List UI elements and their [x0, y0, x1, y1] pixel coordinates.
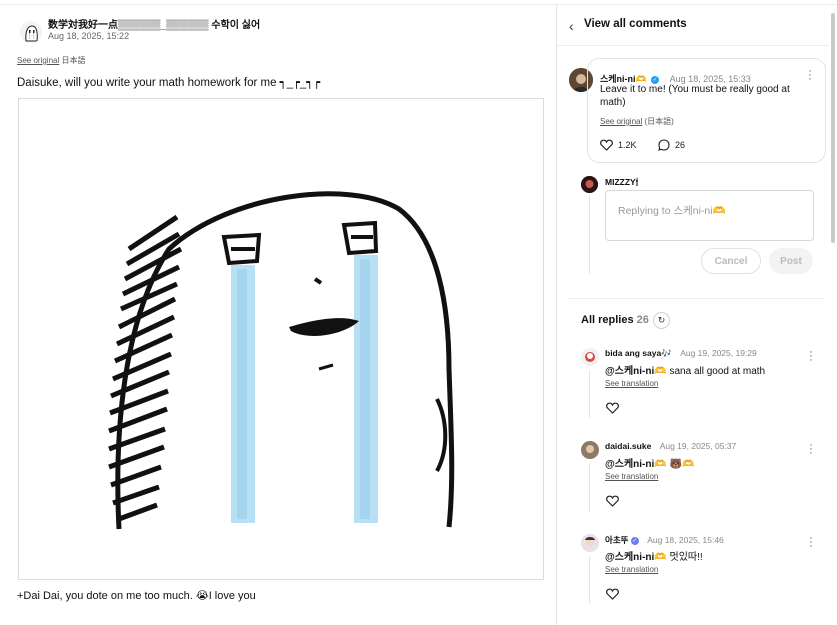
- post-date: Aug 18, 2025, 15:22: [48, 31, 130, 41]
- reply-count: 26: [675, 140, 686, 150]
- reply-body: sana all good at math: [669, 366, 766, 377]
- reply-user[interactable]: 아초뚜: [605, 535, 628, 545]
- reply-header: 아초뚜 ✓ Aug 18, 2025, 15:46: [605, 534, 724, 546]
- see-translation-link[interactable]: See translation: [605, 472, 658, 481]
- reply-user[interactable]: daidai.suke: [605, 441, 651, 451]
- all-replies-label: All replies: [581, 314, 634, 326]
- mention[interactable]: @스케ni-ni🫶: [605, 459, 667, 470]
- reply-input[interactable]: Replying to 스케ni-ni🫶: [605, 190, 814, 241]
- heart-icon: [606, 402, 619, 414]
- post-caption: +Dai Dai, you dote on me too much. 😭I lo…: [17, 590, 256, 602]
- section-divider: [567, 298, 825, 299]
- reply-text: @스케ni-ni🫶 sana all good at math: [605, 362, 765, 377]
- reply-text: @스케ni-ni🫶 🐻🫶: [605, 455, 694, 470]
- post-text: Daisuke, will you write your math homewo…: [17, 77, 321, 89]
- reply-count-button[interactable]: 26: [658, 139, 685, 151]
- post-button[interactable]: Post: [769, 248, 813, 274]
- reply-user[interactable]: bida ang saya🎶: [605, 348, 672, 358]
- post-image[interactable]: [18, 98, 544, 580]
- reply-date: Aug 19, 2025, 05:37: [659, 441, 737, 451]
- scrollbar[interactable]: [831, 13, 835, 243]
- avatar[interactable]: [581, 441, 599, 459]
- reply-body: 🐻🫶: [669, 459, 695, 470]
- comment-see-original-link[interactable]: See original: [600, 117, 642, 126]
- panel-header: ‹ View all comments: [557, 5, 829, 45]
- like-button[interactable]: 1.2K: [600, 139, 637, 151]
- chevron-left-icon[interactable]: ‹: [569, 18, 574, 34]
- reply-form-user: MIZZZY🕯: [605, 177, 639, 187]
- like-count: 1.2K: [618, 140, 637, 150]
- post-title[interactable]: 数学対我好一点▒▒▒▒▒▒_▒▒▒▒▒▒ 수학이 싫어: [48, 16, 260, 31]
- see-original-link[interactable]: See original: [17, 56, 59, 65]
- more-options-icon[interactable]: · · ·: [808, 440, 814, 459]
- list-item: daidai.suke Aug 19, 2025, 05:37 · · · @스케n…: [557, 440, 829, 531]
- header-title: View all comments: [584, 18, 687, 30]
- post-avatar[interactable]: [20, 21, 42, 43]
- thread-line: [589, 370, 590, 418]
- reply-date: Aug 18, 2025, 15:46: [647, 535, 724, 545]
- avatar[interactable]: [581, 176, 598, 193]
- see-translation-link[interactable]: See translation: [605, 565, 658, 574]
- see-original: See original 日本語: [17, 55, 85, 66]
- comment-see-original-lang: (日本語): [644, 117, 674, 126]
- mention[interactable]: @스케ni-ni🫶: [605, 552, 667, 563]
- comment-icon: [658, 139, 670, 151]
- more-options-icon[interactable]: · · ·: [807, 66, 813, 85]
- list-item: bida ang saya🎶 Aug 19, 2025, 19:29 · · · @…: [557, 347, 829, 438]
- reply-date: Aug 19, 2025, 19:29: [680, 348, 757, 358]
- heart-icon: [600, 139, 613, 151]
- avatar[interactable]: [581, 348, 599, 366]
- like-button[interactable]: [606, 494, 619, 512]
- comment-text: Leave it to me! (You must be really good…: [600, 84, 790, 108]
- list-item: 아초뚜 ✓ Aug 18, 2025, 15:46 · · · @스케ni-ni🫶 …: [557, 533, 829, 624]
- reply-header: daidai.suke Aug 19, 2025, 05:37: [605, 441, 736, 451]
- heart-icon: [606, 588, 619, 600]
- see-translation-link[interactable]: See translation: [605, 379, 658, 388]
- main-comment: 스케ni-ni🫶 ✓ Aug 18, 2025, 15:33 · · · Leave…: [587, 58, 826, 163]
- avatar[interactable]: [581, 534, 599, 552]
- reply-text: @스케ni-ni🫶 멋있따!!: [605, 548, 703, 563]
- thread-line: [589, 556, 590, 604]
- badge-icon: ✓: [630, 537, 639, 545]
- more-options-icon[interactable]: · · ·: [808, 533, 814, 552]
- comment-see-original: See original (日本語): [600, 116, 674, 127]
- reply-body: 멋있따!!: [669, 552, 703, 563]
- refresh-icon[interactable]: ↻: [653, 312, 670, 329]
- post: 数学対我好一点▒▒▒▒▒▒_▒▒▒▒▒▒ 수학이 싫어 Aug 18, 2025…: [0, 5, 556, 625]
- all-replies-heading: All replies 26: [581, 314, 649, 326]
- heart-icon: [606, 495, 619, 507]
- more-options-icon[interactable]: · · ·: [808, 347, 814, 366]
- cancel-button[interactable]: Cancel: [701, 248, 761, 274]
- comments-panel: ‹ View all comments 스케ni-ni🫶 ✓ Aug 18, 2…: [557, 5, 837, 625]
- like-button[interactable]: [606, 587, 619, 605]
- like-button[interactable]: [606, 401, 619, 419]
- thread-line: [589, 194, 590, 274]
- reply-header: bida ang saya🎶 Aug 19, 2025, 19:29: [605, 348, 757, 359]
- all-replies-count: 26: [636, 314, 649, 326]
- header-divider: [557, 45, 829, 46]
- thread-line: [589, 463, 590, 511]
- mention[interactable]: @스케ni-ni🫶: [605, 366, 667, 377]
- see-original-lang: 日本語: [61, 56, 86, 65]
